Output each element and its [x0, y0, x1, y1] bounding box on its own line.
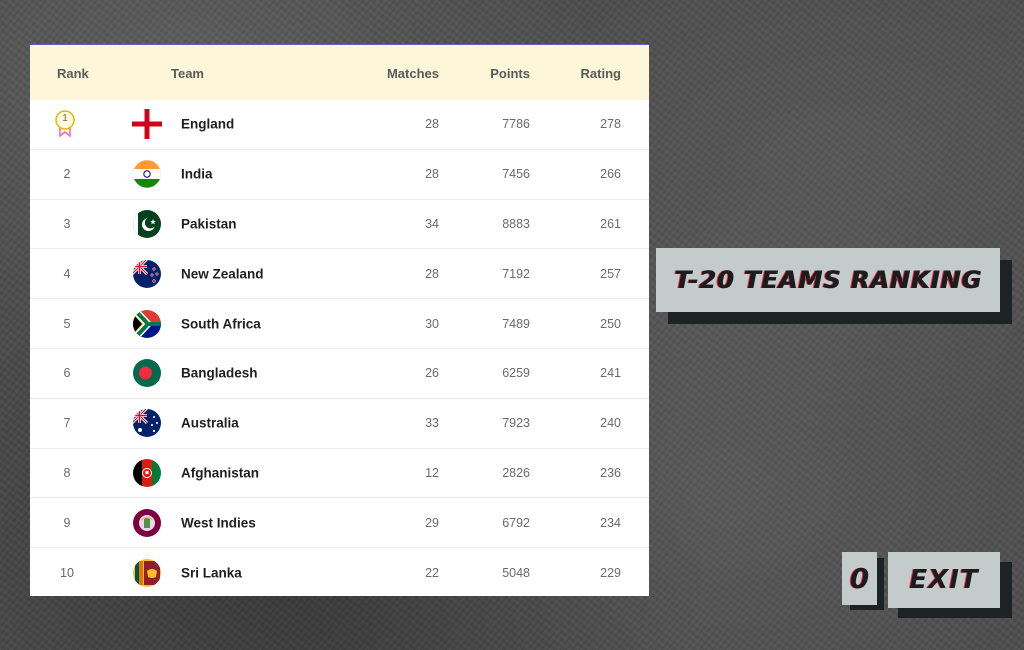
points-value: 5048	[502, 566, 530, 581]
table-row: 3 Pakistan 34 8883 261	[30, 200, 649, 250]
rank-value: 5	[63, 316, 71, 331]
table-row: 8 Afghanistan 12 2826 236	[30, 449, 649, 499]
rating-value: 229	[600, 566, 621, 581]
medal-icon: 1	[54, 109, 76, 139]
team-name: Australia	[181, 415, 239, 431]
india-flag-icon	[132, 159, 162, 189]
header-rating: Rating	[580, 66, 621, 81]
exit-button[interactable]: EXIT	[888, 552, 1000, 608]
matches-value: 28	[425, 266, 439, 281]
table-row: 7 Australia 33 7923 240	[30, 399, 649, 449]
team-name: Sri Lanka	[181, 565, 242, 581]
rank-value: 10	[60, 566, 74, 581]
rank-value: 4	[63, 266, 71, 281]
england-flag-icon	[132, 109, 162, 140]
rating-value: 236	[600, 465, 621, 480]
australia-flag-icon	[132, 408, 162, 438]
south-africa-flag-icon	[132, 309, 162, 339]
points-value: 7456	[502, 167, 530, 182]
rating-value: 241	[600, 366, 621, 381]
rank-value: 9	[63, 515, 71, 530]
header-team: Team	[171, 66, 204, 81]
rating-value: 257	[600, 266, 621, 281]
matches-value: 33	[425, 416, 439, 431]
rank-value: 8	[63, 465, 71, 480]
matches-value: 26	[425, 366, 439, 381]
team-name: England	[181, 116, 235, 132]
team-name: Pakistan	[181, 216, 237, 232]
table-header-row: Rank Team Matches Points Rating	[30, 44, 649, 100]
table-body: 1 England 28 7786 278 2 India 28 7456 26…	[30, 100, 649, 598]
matches-value: 28	[425, 117, 439, 132]
points-value: 8883	[502, 216, 530, 231]
afghanistan-flag-icon	[132, 458, 162, 488]
rating-value: 240	[600, 416, 621, 431]
table-row: 5 South Africa 30 7489 250	[30, 299, 649, 349]
table-row: 10 Sri Lanka 22 5048 229	[30, 548, 649, 598]
page-title: T-20 TEAMS RANKING	[674, 266, 982, 294]
matches-value: 12	[425, 465, 439, 480]
team-name: Bangladesh	[181, 365, 258, 381]
pakistan-flag-icon	[132, 209, 162, 239]
team-name: New Zealand	[181, 266, 264, 282]
team-name: West Indies	[181, 515, 256, 531]
table-row: 9 West Indies 29 6792 234	[30, 498, 649, 549]
rating-value: 261	[600, 216, 621, 231]
west-indies-flag-icon	[132, 508, 162, 538]
rankings-table: Rank Team Matches Points Rating 1 Englan…	[30, 44, 649, 596]
score-box: 0	[842, 552, 877, 605]
header-points: Points	[490, 66, 530, 81]
table-row: 1 England 28 7786 278	[30, 100, 649, 150]
rank-value: 3	[63, 216, 71, 231]
title-banner: T-20 TEAMS RANKING	[656, 248, 1000, 312]
matches-value: 34	[425, 216, 439, 231]
rank-value: 1	[62, 113, 68, 125]
points-value: 6792	[502, 515, 530, 530]
points-value: 7489	[502, 316, 530, 331]
header-rank: Rank	[57, 66, 89, 81]
matches-value: 28	[425, 167, 439, 182]
new-zealand-flag-icon	[132, 259, 162, 289]
rank-value: 2	[63, 167, 71, 182]
points-value: 7923	[502, 416, 530, 431]
exit-button-label: EXIT	[909, 565, 979, 595]
team-name: Afghanistan	[181, 465, 260, 481]
points-value: 7786	[502, 117, 530, 132]
team-name: India	[181, 166, 213, 182]
matches-value: 30	[425, 316, 439, 331]
rating-value: 266	[600, 167, 621, 182]
rating-value: 234	[600, 515, 621, 530]
rank-value: 7	[63, 416, 71, 431]
table-row: 2 India 28 7456 266	[30, 150, 649, 200]
sri-lanka-flag-icon	[132, 558, 162, 588]
rank-value: 6	[63, 366, 71, 381]
table-row: 6 Bangladesh 26 6259 241	[30, 349, 649, 399]
header-matches: Matches	[386, 66, 439, 81]
points-value: 7192	[502, 266, 530, 281]
rating-value: 278	[600, 117, 621, 132]
matches-value: 29	[425, 515, 439, 530]
bangladesh-flag-icon	[132, 358, 162, 388]
points-value: 2826	[502, 465, 530, 480]
team-name: South Africa	[181, 316, 261, 332]
table-row: 4 New Zealand 28 7192 257	[30, 249, 649, 300]
score-value: 0	[849, 562, 870, 595]
points-value: 6259	[502, 366, 530, 381]
rating-value: 250	[600, 316, 621, 331]
matches-value: 22	[425, 566, 439, 581]
